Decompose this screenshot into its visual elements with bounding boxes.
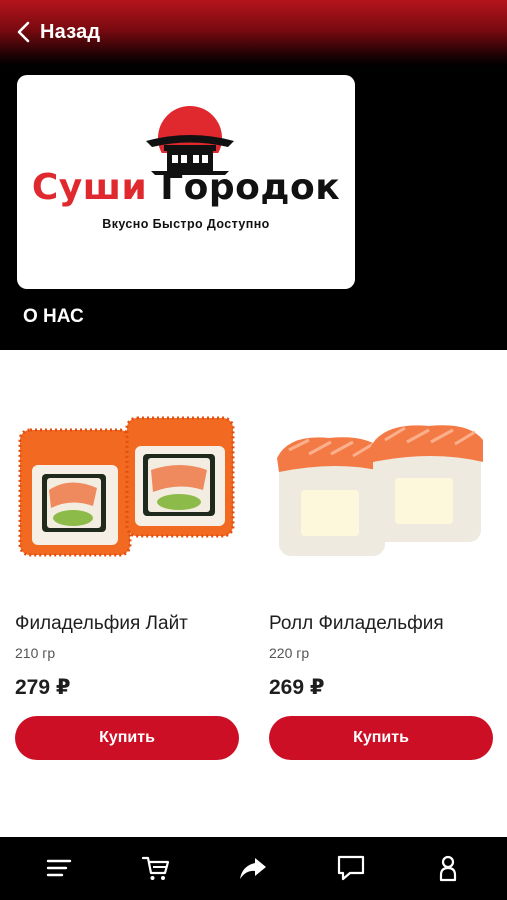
bottom-tab-bar xyxy=(0,837,507,900)
tab-profile[interactable] xyxy=(424,844,472,892)
menu-icon xyxy=(46,859,71,876)
about-us-link[interactable]: О НАС xyxy=(23,306,84,328)
product-price: 279 ₽ xyxy=(15,676,71,699)
product-image xyxy=(277,425,483,556)
profile-icon xyxy=(440,855,457,881)
tab-menu[interactable] xyxy=(35,844,83,892)
cart-icon xyxy=(141,856,170,880)
buy-button[interactable]: Купить xyxy=(269,716,493,760)
chevron-left-icon xyxy=(17,21,30,43)
product-weight: 210 гр xyxy=(15,645,56,661)
tab-chat[interactable] xyxy=(327,844,375,892)
back-label: Назад xyxy=(40,20,101,43)
logo-tagline: Вкусно Быстро Доступно xyxy=(102,217,270,231)
tab-share[interactable] xyxy=(229,844,277,892)
buy-button[interactable]: Купить xyxy=(15,716,239,760)
logo-brand-part2: Городок xyxy=(160,167,341,208)
product-name: Филадельфия Лайт xyxy=(15,613,188,634)
product-grid: Филадельфия Лайт 210 гр 279 ₽ Купить Рол… xyxy=(0,350,507,837)
back-button[interactable]: Назад xyxy=(16,21,100,44)
product-price: 269 ₽ xyxy=(269,676,325,699)
restaurant-logo-card[interactable]: Суши Городок Вкусно Быстро Доступно xyxy=(17,75,355,289)
tab-cart[interactable] xyxy=(132,844,180,892)
share-icon xyxy=(240,857,267,879)
hero-section: Суши Городок Вкусно Быстро Доступно О НА… xyxy=(0,66,507,350)
top-bar: Назад xyxy=(0,0,507,66)
product-weight: 220 гр xyxy=(269,645,310,661)
product-name: Ролл Филадельфия xyxy=(269,613,444,634)
logo-brand-text: Суши Городок xyxy=(17,167,355,208)
chat-icon xyxy=(337,855,364,880)
logo-brand-part1: Суши xyxy=(31,167,148,208)
product-image xyxy=(18,416,235,557)
